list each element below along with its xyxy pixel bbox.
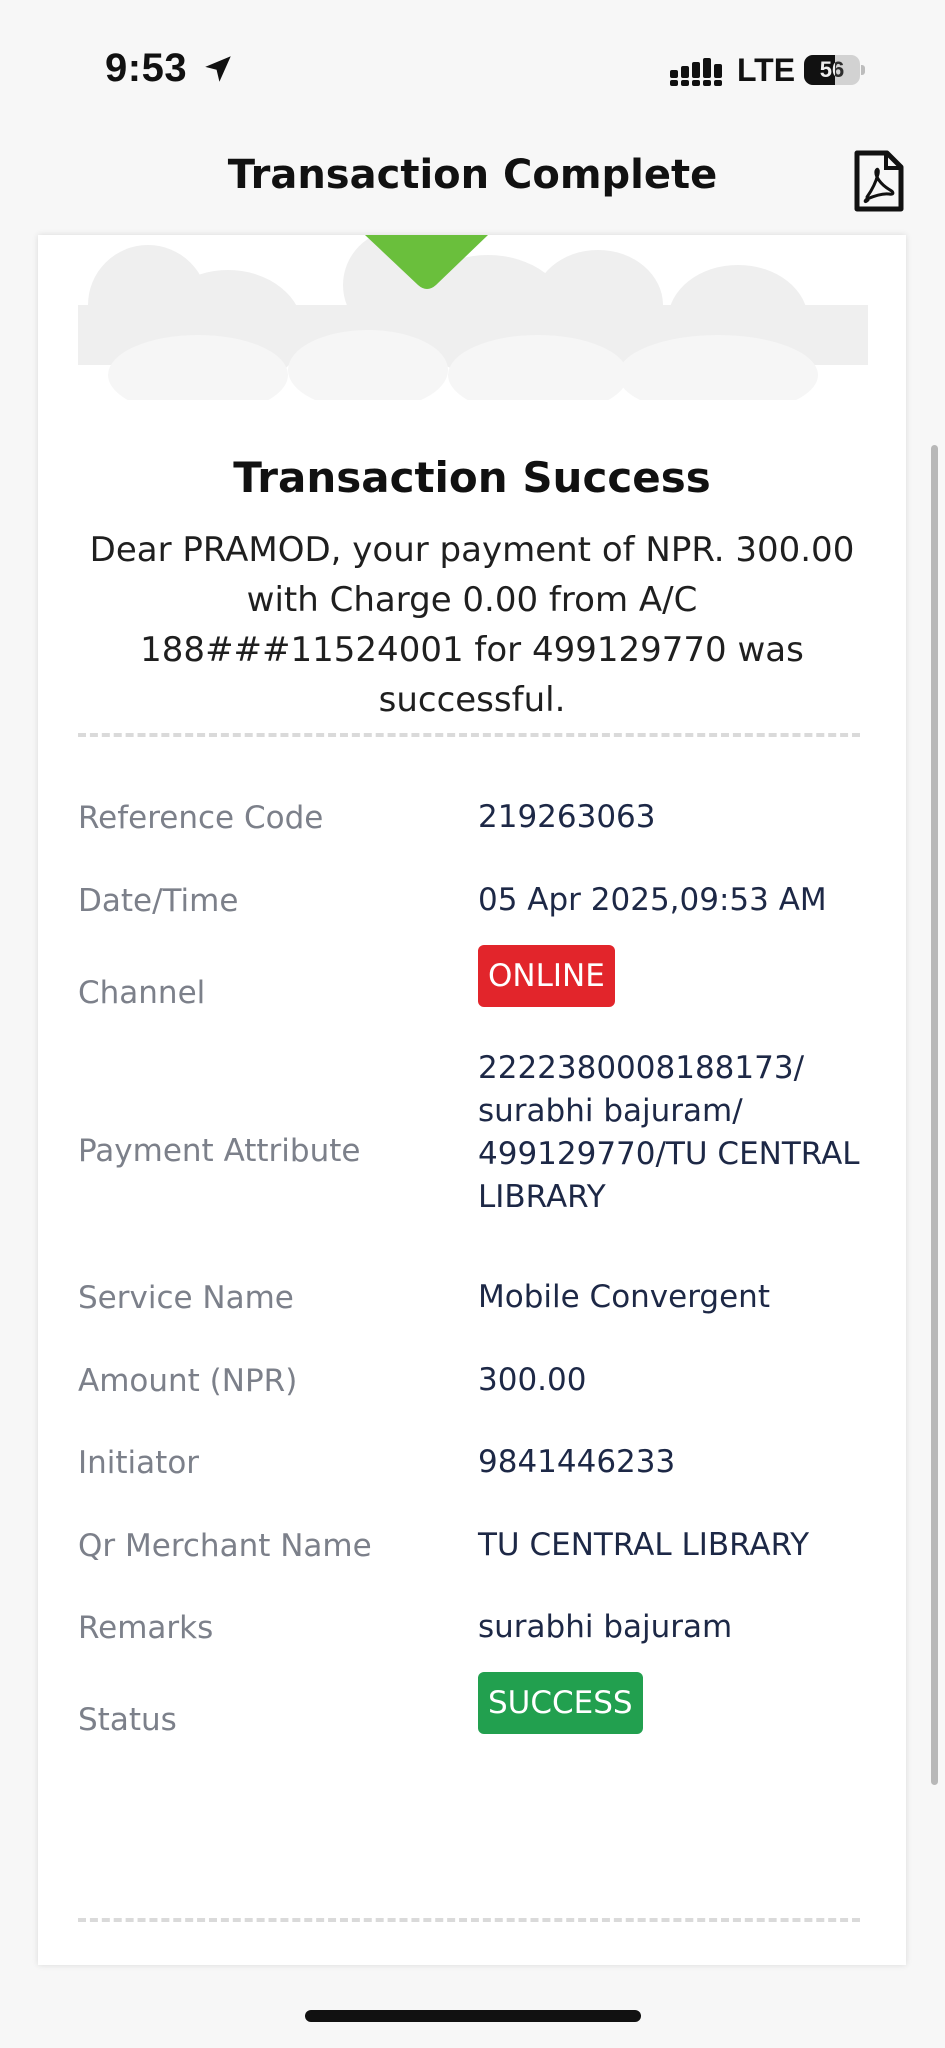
status-badge: SUCCESS [478,1672,643,1734]
detail-label: Reference Code [78,800,324,836]
payment-attribute-line: surabhi bajuram/ [478,1093,743,1129]
detail-label: Service Name [78,1280,294,1316]
detail-value: 2222380008188173/ surabhi bajuram/ 49912… [478,1047,878,1219]
battery-level: 56 [819,57,845,82]
hero-illustration [38,235,906,400]
detail-label: Channel [78,975,206,1011]
payment-attribute-line: LIBRARY [478,1179,606,1215]
status-bar: 9:53 LTE 56 [0,0,945,120]
divider [78,1918,860,1922]
detail-label: Initiator [78,1445,200,1481]
detail-label: Amount (NPR) [78,1363,298,1399]
success-message: Dear PRAMOD, your payment of NPR. 300.00… [89,530,855,720]
network-type: LTE [737,52,796,88]
cellular-signal-icon [670,58,722,86]
home-indicator[interactable] [305,2010,641,2022]
status-time: 9:53 [105,46,188,90]
detail-value: TU CENTRAL LIBRARY [478,1527,810,1563]
top-navigation-bar: Transaction Complete [0,120,945,235]
channel-badge: ONLINE [478,945,615,1007]
page-title: Transaction Complete [227,152,718,198]
detail-label: Remarks [78,1610,214,1646]
cloud-background [78,235,868,400]
battery-icon: 56 [804,55,866,85]
detail-label: Status [78,1702,177,1738]
detail-value: 300.00 [478,1362,587,1398]
detail-label: Payment Attribute [78,1133,361,1169]
detail-value: 9841446233 [478,1444,676,1480]
payment-attribute-line: 2222380008188173/ [478,1050,805,1086]
detail-label: Qr Merchant Name [78,1528,372,1564]
pdf-icon[interactable] [854,150,904,212]
success-heading: Transaction Success [233,453,711,502]
detail-value: 05 Apr 2025,09:53 AM [478,882,827,918]
detail-label: Date/Time [78,883,239,919]
location-arrow-icon [205,56,231,82]
payment-attribute-line: 499129770/TU CENTRAL [478,1136,860,1172]
detail-value: Mobile Convergent [478,1279,770,1315]
detail-value: 219263063 [478,799,656,835]
divider [78,733,860,737]
detail-value: surabhi bajuram [478,1609,733,1645]
receipt-card: Transaction Success Dear PRAMOD, your pa… [38,235,906,1965]
scrollbar[interactable] [931,445,938,1785]
